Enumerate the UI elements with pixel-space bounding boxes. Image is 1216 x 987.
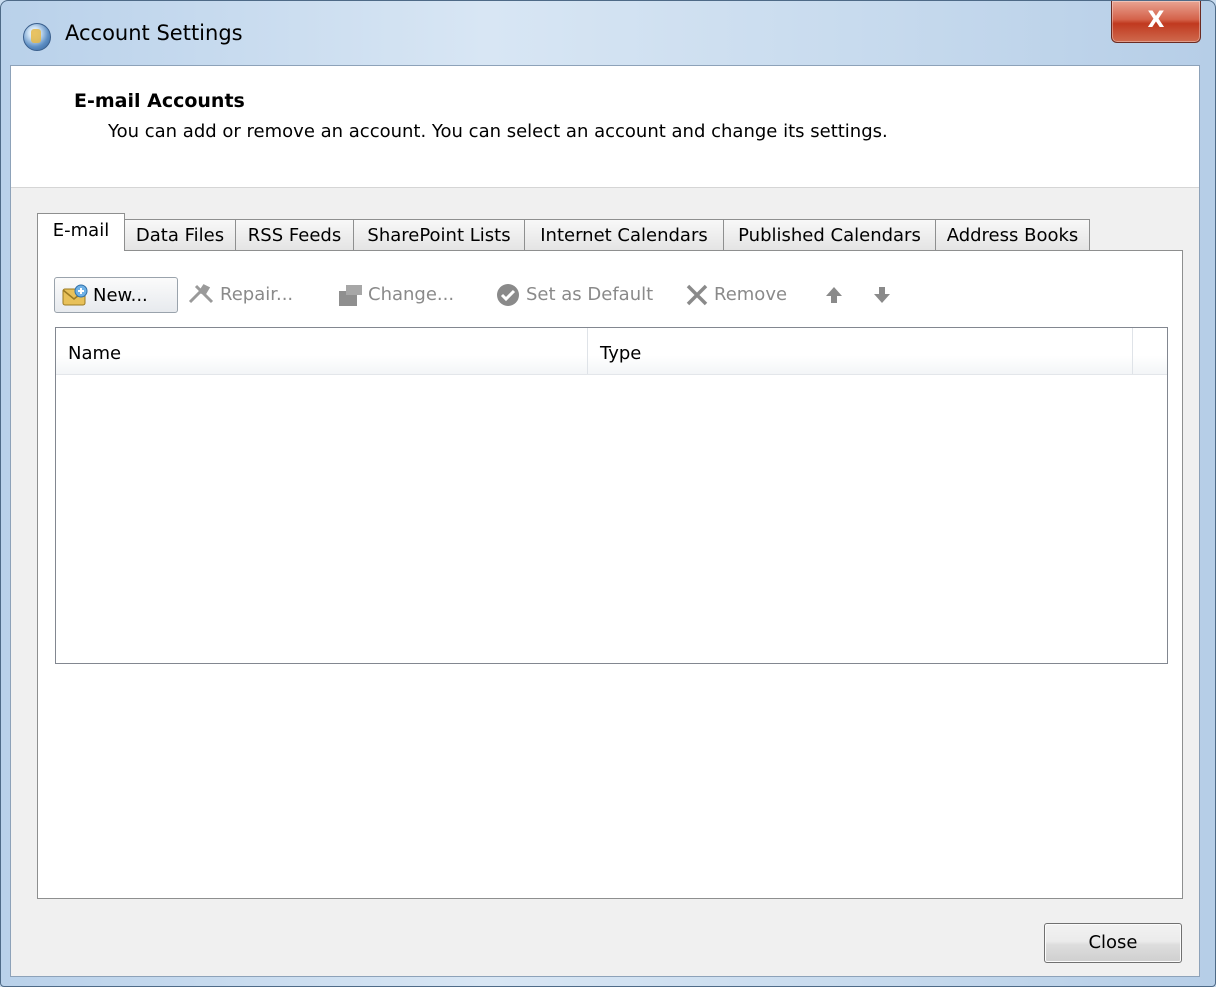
- repair-label: Repair...: [220, 284, 294, 305]
- tab-email[interactable]: E-mail: [37, 213, 125, 251]
- tab-rss-feeds[interactable]: RSS Feeds: [235, 219, 354, 250]
- remove-label: Remove: [714, 284, 788, 305]
- close-button[interactable]: Close: [1044, 923, 1182, 963]
- column-header-name[interactable]: Name: [56, 328, 587, 374]
- arrow-down-icon: [874, 287, 890, 303]
- tab-address-books[interactable]: Address Books: [935, 219, 1090, 250]
- arrow-up-icon: [826, 287, 842, 303]
- accounts-list[interactable]: Name Type: [55, 327, 1168, 664]
- repair-button[interactable]: Repair...: [186, 277, 293, 313]
- change-label: Change...: [368, 284, 455, 305]
- email-tab-page: New... Repair... Change... Set as Defaul…: [37, 250, 1183, 899]
- change-icon: [339, 285, 362, 306]
- set-default-label: Set as Default: [526, 284, 654, 305]
- new-account-button[interactable]: New...: [54, 277, 178, 313]
- dialog-body: E-mail Accounts You can add or remove an…: [10, 65, 1200, 977]
- remove-button[interactable]: Remove: [684, 277, 787, 313]
- section-title: E-mail Accounts: [74, 90, 245, 112]
- tab-sharepoint-lists[interactable]: SharePoint Lists: [353, 219, 525, 250]
- account-settings-window: Account Settings X E-mail Accounts You c…: [0, 0, 1216, 987]
- move-down-button[interactable]: [872, 277, 896, 313]
- repair-icon: [188, 284, 214, 304]
- outlook-app-icon: [23, 23, 51, 51]
- header-panel: E-mail Accounts You can add or remove an…: [11, 66, 1199, 188]
- column-divider[interactable]: [1132, 328, 1133, 374]
- change-button[interactable]: Change...: [336, 277, 454, 313]
- window-title: Account Settings: [65, 21, 243, 45]
- new-label: New...: [93, 285, 148, 306]
- new-mail-icon: [62, 284, 88, 306]
- tab-internet-calendars[interactable]: Internet Calendars: [524, 219, 724, 250]
- column-header-type[interactable]: Type: [588, 328, 1131, 374]
- title-bar[interactable]: Account Settings X: [1, 1, 1215, 65]
- account-toolbar: New... Repair... Change... Set as Defaul…: [54, 277, 1154, 315]
- tab-data-files[interactable]: Data Files: [124, 219, 236, 250]
- section-description: You can add or remove an account. You ca…: [108, 121, 888, 142]
- remove-x-icon: [686, 284, 708, 306]
- check-circle-icon: [497, 284, 519, 306]
- move-up-button[interactable]: [824, 277, 848, 313]
- window-close-button[interactable]: X: [1111, 1, 1201, 43]
- tab-published-calendars[interactable]: Published Calendars: [723, 219, 936, 250]
- list-header: Name Type: [56, 328, 1167, 375]
- set-default-button[interactable]: Set as Default: [494, 277, 653, 313]
